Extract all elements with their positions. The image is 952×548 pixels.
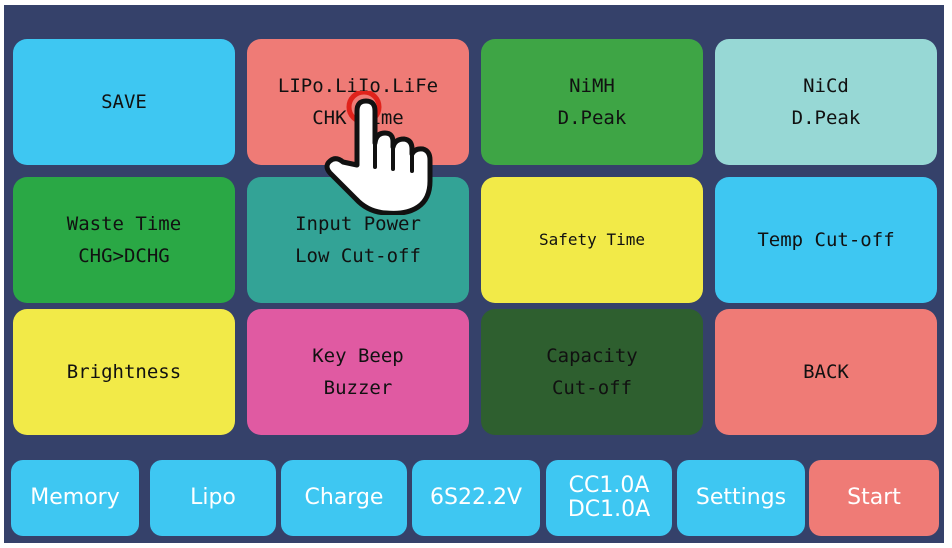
mode-label: Charge [304,485,384,510]
current-line1: CC1.0A [568,473,650,498]
start-button[interactable]: Start [809,460,939,536]
input-line2: Low Cut-off [295,245,421,267]
safety-label: Safety Time [539,230,645,249]
nimh-dpeak-button[interactable]: NiMH D.Peak [481,39,703,165]
memory-button[interactable]: Memory [11,460,139,536]
temp-cutoff-button[interactable]: Temp Cut-off [715,177,937,303]
settings-screen: SAVE LIPo.LiIo.LiFe CHK Time NiMH D.Peak… [4,5,944,543]
lipo-chk-line2: CHK Time [312,107,404,129]
back-button[interactable]: BACK [715,309,937,435]
nimh-line2: D.Peak [557,107,627,129]
lipo-chk-line1: LIPo.LiIo.LiFe [277,75,439,97]
waste-time-button[interactable]: Waste Time CHG>DCHG [13,177,235,303]
battery-type-button[interactable]: Lipo [150,460,276,536]
input-power-cutoff-button[interactable]: Input Power Low Cut-off [247,177,469,303]
start-label: Start [847,485,901,510]
input-line1: Input Power [295,213,421,235]
capacity-cutoff-button[interactable]: Capacity Cut-off [481,309,703,435]
nicd-line2: D.Peak [791,107,861,129]
beep-line1: Key Beep [312,345,404,367]
beep-line2: Buzzer [323,377,393,399]
battery-type-label: Lipo [190,485,236,510]
capacity-line1: Capacity [546,345,638,367]
temp-label: Temp Cut-off [757,229,895,251]
waste-line2: CHG>DCHG [78,245,170,267]
current-button[interactable]: CC1.0A DC1.0A [546,460,672,536]
current-line2: DC1.0A [567,497,651,522]
save-button[interactable]: SAVE [13,39,235,165]
voltage-button[interactable]: 6S22.2V [412,460,540,536]
back-label: BACK [803,361,849,383]
nimh-line1: NiMH [569,75,615,97]
key-beep-buzzer-button[interactable]: Key Beep Buzzer [247,309,469,435]
voltage-label: 6S22.2V [430,485,522,510]
save-label: SAVE [101,91,147,113]
capacity-line2: Cut-off [551,377,633,399]
memory-label: Memory [30,485,120,510]
settings-button[interactable]: Settings [677,460,805,536]
safety-time-button[interactable]: Safety Time [481,177,703,303]
waste-line1: Waste Time [66,213,182,235]
nicd-dpeak-button[interactable]: NiCd D.Peak [715,39,937,165]
nicd-line1: NiCd [803,75,849,97]
lipo-chk-time-button[interactable]: LIPo.LiIo.LiFe CHK Time [247,39,469,165]
mode-button[interactable]: Charge [281,460,407,536]
brightness-button[interactable]: Brightness [13,309,235,435]
brightness-label: Brightness [66,361,182,383]
settings-label: Settings [695,485,787,510]
